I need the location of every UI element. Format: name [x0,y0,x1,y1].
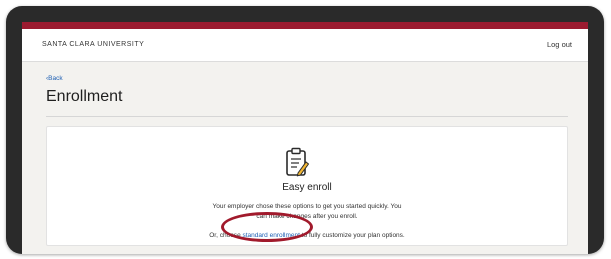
university-name: SANTA CLARA UNIVERSITY [42,41,145,48]
page-title: Enrollment [46,88,123,105]
brand-bar [22,22,588,29]
description-line-1: Your employer chose these options to get… [212,203,402,210]
choose-suffix: to fully customize your plan options. [299,232,405,239]
title-divider [46,116,568,117]
logout-link[interactable]: Log out [547,40,572,49]
clipboard-pencil-icon [286,147,309,177]
back-link[interactable]: ‹Back [46,75,63,82]
top-bar: SANTA CLARA UNIVERSITY Log out [22,29,588,62]
screenshot-frame: SANTA CLARA UNIVERSITY Log out ‹Back Enr… [6,6,604,254]
easy-enroll-title: Easy enroll [282,182,332,193]
highlight-circle [221,212,313,242]
